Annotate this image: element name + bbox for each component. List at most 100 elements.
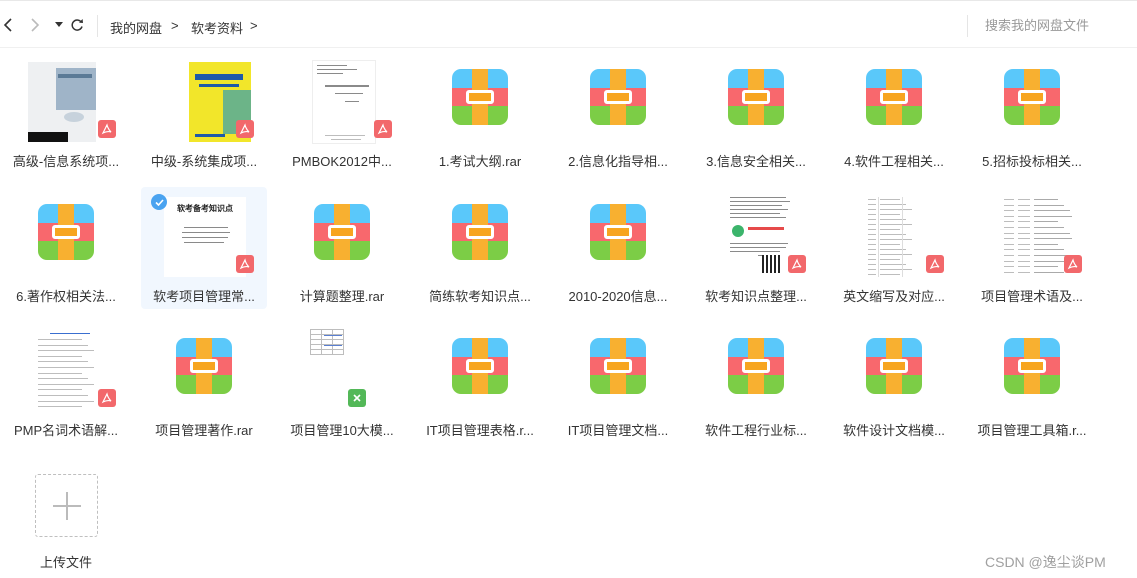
file-thumbnail xyxy=(568,58,668,146)
forward-button[interactable] xyxy=(27,15,43,35)
file-name: 6.著作权相关法... xyxy=(16,289,116,304)
file-item-rar[interactable]: 软件设计文档模... xyxy=(831,321,957,443)
file-item-rar[interactable]: 5.招标投标相关... xyxy=(969,52,1095,174)
file-thumbnail xyxy=(568,193,668,281)
file-item-rar[interactable]: 2.信息化指导相... xyxy=(555,52,681,174)
file-item-pdf[interactable]: 项目管理术语及... xyxy=(969,187,1095,309)
file-item-rar[interactable]: 计算题整理.rar xyxy=(279,187,405,309)
file-item-pdf[interactable]: 中级-系统集成项... xyxy=(141,52,267,174)
file-thumbnail xyxy=(430,58,530,146)
file-item-rar[interactable]: 1.考试大纲.rar xyxy=(417,52,543,174)
file-item-rar[interactable]: 3.信息安全相关... xyxy=(693,52,819,174)
archive-icon xyxy=(590,204,646,260)
archive-icon xyxy=(590,69,646,125)
pdf-badge xyxy=(374,120,392,138)
file-name: 项目管理10大模... xyxy=(290,423,394,438)
document-thumbnail xyxy=(728,195,792,279)
file-name: 高级-信息系统项... xyxy=(12,154,120,169)
file-thumbnail: 软考备考知识点 xyxy=(154,193,254,281)
archive-icon xyxy=(866,69,922,125)
file-name: 软件工程行业标... xyxy=(705,423,807,438)
file-item-pdf[interactable]: 软考知识点整理... xyxy=(693,187,819,309)
selected-check-icon[interactable] xyxy=(151,194,167,210)
file-name: 计算题整理.rar xyxy=(299,289,385,304)
file-thumbnail xyxy=(982,193,1082,281)
document-thumbnail xyxy=(28,62,96,142)
file-item-pdf[interactable]: 英文缩写及对应... xyxy=(831,187,957,309)
breadcrumb-separator: > xyxy=(250,18,258,33)
upload-label[interactable]: 上传文件 xyxy=(16,552,116,571)
file-name: 5.招标投标相关... xyxy=(982,154,1082,169)
file-name: IT项目管理表格.r... xyxy=(426,423,534,438)
file-thumbnail xyxy=(154,58,254,146)
document-thumbnail: 软考备考知识点 xyxy=(164,197,246,277)
file-name: 2010-2020信息... xyxy=(568,289,668,304)
document-thumbnail xyxy=(36,329,102,413)
archive-icon xyxy=(452,69,508,125)
file-name: 项目管理著作.rar xyxy=(155,423,253,438)
file-name: 英文缩写及对应... xyxy=(843,289,945,304)
file-item-rar[interactable]: 项目管理著作.rar xyxy=(141,321,267,443)
pdf-icon xyxy=(239,258,250,270)
file-item-rar[interactable]: 2010-2020信息... xyxy=(555,187,681,309)
archive-icon xyxy=(452,338,508,394)
pdf-badge xyxy=(236,255,254,273)
file-item-rar[interactable]: 软件工程行业标... xyxy=(693,321,819,443)
toolbar: 我的网盘 > 软考资料 > xyxy=(0,0,1137,48)
chevron-right-icon xyxy=(31,18,40,32)
file-item-rar[interactable]: IT项目管理文档... xyxy=(555,321,681,443)
archive-icon xyxy=(1004,338,1060,394)
search-divider xyxy=(967,15,968,37)
pdf-badge xyxy=(98,389,116,407)
caret-down-icon xyxy=(55,22,63,27)
archive-icon xyxy=(728,338,784,394)
archive-icon xyxy=(1004,69,1060,125)
archive-icon xyxy=(590,338,646,394)
breadcrumb-item-current[interactable]: 软考资料 xyxy=(191,18,243,37)
refresh-button[interactable] xyxy=(69,15,85,35)
back-button[interactable] xyxy=(0,15,16,35)
file-item-pdf[interactable]: PMBOK2012中... xyxy=(279,52,405,174)
pdf-badge xyxy=(788,255,806,273)
file-item-pdf[interactable]: 软考备考知识点 软考项目管理常... xyxy=(141,187,267,309)
file-thumbnail xyxy=(844,58,944,146)
file-name: 软考知识点整理... xyxy=(705,289,807,304)
file-item-pdf[interactable]: 高级-信息系统项... xyxy=(3,52,129,174)
file-thumbnail xyxy=(16,193,116,281)
file-name: 2.信息化指导相... xyxy=(568,154,668,169)
file-thumbnail xyxy=(430,327,530,415)
history-dropdown-button[interactable] xyxy=(51,15,67,35)
file-name: IT项目管理文档... xyxy=(567,423,669,438)
pdf-icon xyxy=(791,258,802,270)
archive-icon xyxy=(314,204,370,260)
file-item-rar[interactable]: IT项目管理表格.r... xyxy=(417,321,543,443)
file-name: 中级-系统集成项... xyxy=(150,154,258,169)
file-name: 简练软考知识点... xyxy=(429,289,531,304)
file-thumbnail xyxy=(568,327,668,415)
file-name: 软件设计文档模... xyxy=(843,423,945,438)
file-thumbnail xyxy=(16,327,116,415)
file-item-xls[interactable]: 项目管理10大模... xyxy=(279,321,405,443)
breadcrumb-item-root[interactable]: 我的网盘 xyxy=(110,18,162,37)
upload-button[interactable] xyxy=(35,474,98,537)
file-thumbnail xyxy=(844,193,944,281)
file-item-rar[interactable]: 4.软件工程相关... xyxy=(831,52,957,174)
archive-icon xyxy=(452,204,508,260)
document-thumbnail xyxy=(312,60,376,144)
file-name: PMP名词术语解... xyxy=(13,423,118,438)
pdf-icon xyxy=(377,123,388,135)
pdf-icon xyxy=(101,123,112,135)
excel-icon xyxy=(353,394,361,402)
file-thumbnail xyxy=(982,327,1082,415)
breadcrumb-separator: > xyxy=(171,18,179,33)
search-input[interactable] xyxy=(985,18,1125,33)
watermark: CSDN @逸尘谈PM xyxy=(985,554,1106,570)
pdf-badge xyxy=(236,120,254,138)
file-item-rar[interactable]: 6.著作权相关法... xyxy=(3,187,129,309)
document-thumbnail xyxy=(864,195,934,279)
file-item-rar[interactable]: 项目管理工具箱.r... xyxy=(969,321,1095,443)
file-name: 项目管理工具箱.r... xyxy=(977,423,1087,438)
pdf-icon xyxy=(1067,258,1078,270)
file-item-pdf[interactable]: PMP名词术语解... xyxy=(3,321,129,443)
file-item-rar[interactable]: 简练软考知识点... xyxy=(417,187,543,309)
